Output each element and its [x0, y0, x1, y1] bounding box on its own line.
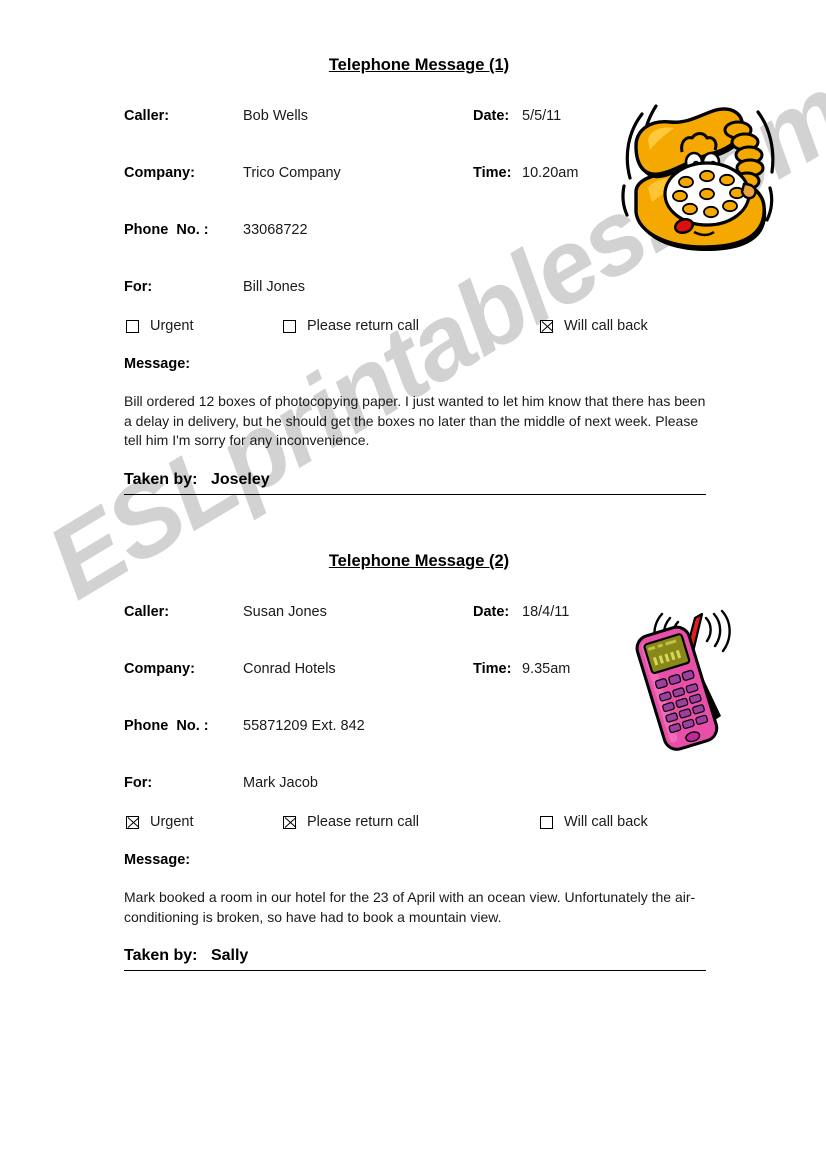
- taken-by-label: Taken by:: [124, 470, 198, 488]
- caller-label: Caller:: [124, 604, 170, 620]
- phone-number-value: 55871209 Ext. 842: [243, 718, 365, 734]
- caller-value: Bob Wells: [243, 108, 309, 124]
- checkbox-will-call-back-label: Will call back: [564, 318, 648, 334]
- checkbox-will-call-back-label: Will call back: [564, 814, 648, 830]
- for-value: Bill Jones: [243, 279, 306, 295]
- date-label: Date:: [473, 108, 510, 124]
- for-value: Mark Jacob: [243, 775, 318, 791]
- message-2-taken-by-row: Taken by: Sally: [124, 947, 706, 971]
- checkbox-will-call-back[interactable]: [540, 815, 553, 829]
- checkbox-urgent[interactable]: [126, 815, 139, 829]
- message-2-for-row: For: Mark Jacob: [124, 775, 706, 814]
- message-1-checkbox-row: Urgent Please return call Will call back: [124, 318, 706, 356]
- message-1-label: Message:: [124, 356, 191, 372]
- message-1-phone-row: Phone No. : 33068722: [124, 222, 706, 279]
- taken-by-label: Taken by:: [124, 947, 198, 964]
- message-1-caller-row: Caller: Bob Wells Date: 5/5/11: [124, 108, 706, 165]
- message-1-body: Bill ordered 12 boxes of photocopying pa…: [124, 393, 706, 448]
- phone-number-value: 33068722: [243, 222, 308, 238]
- phone-number-label: Phone No. :: [124, 718, 209, 734]
- for-label: For:: [124, 775, 153, 791]
- message-2-company-row: Company: Conrad Hotels Time: 9.35am: [124, 661, 706, 718]
- checkbox-please-return-call[interactable]: [283, 319, 296, 333]
- message-2-caller-row: Caller: Susan Jones Date: 18/4/11: [124, 604, 706, 661]
- worksheet-page: ESLprintables.com Telephone Message (1) …: [0, 0, 826, 1169]
- checkbox-item-please-return-call[interactable]: Please return call: [283, 814, 419, 830]
- message-1-taken-by-row: Taken by: Joseley: [124, 471, 706, 495]
- caller-value: Susan Jones: [243, 604, 327, 620]
- phone-number-label: Phone No. :: [124, 222, 209, 238]
- company-value: Trico Company: [243, 165, 341, 181]
- message-1-for-row: For: Bill Jones: [124, 279, 706, 318]
- checkbox-item-please-return-call[interactable]: Please return call: [283, 318, 419, 334]
- caller-label: Caller:: [124, 108, 170, 124]
- checkbox-item-will-call-back[interactable]: Will call back: [540, 814, 648, 830]
- time-value: 10.20am: [522, 165, 579, 181]
- taken-by-value: Sally: [210, 947, 249, 964]
- checkbox-please-return-call[interactable]: [283, 815, 296, 829]
- for-label: For:: [124, 279, 153, 295]
- message-2-phone-row: Phone No. : 55871209 Ext. 842: [124, 718, 706, 775]
- message-1-company-row: Company: Trico Company Time: 10.20am: [124, 165, 706, 222]
- checkbox-item-urgent[interactable]: Urgent: [126, 814, 194, 830]
- telephone-message-1: Telephone Message (1) Caller: Bob Wells …: [124, 56, 706, 495]
- checkbox-please-return-call-label: Please return call: [307, 814, 420, 830]
- time-value: 9.35am: [522, 661, 571, 677]
- message-2-title: Telephone Message (2): [328, 552, 510, 570]
- checkbox-urgent-label: Urgent: [150, 318, 194, 334]
- date-value: 5/5/11: [522, 108, 562, 124]
- checkbox-urgent[interactable]: [126, 319, 139, 333]
- checkbox-please-return-call-label: Please return call: [307, 318, 420, 334]
- date-label: Date:: [473, 604, 510, 620]
- time-label: Time:: [473, 165, 512, 181]
- checkbox-urgent-label: Urgent: [150, 814, 194, 830]
- checkbox-item-urgent[interactable]: Urgent: [126, 318, 194, 334]
- message-2-label: Message:: [124, 852, 191, 868]
- company-value: Conrad Hotels: [243, 661, 336, 677]
- company-label: Company:: [124, 661, 195, 677]
- date-value: 18/4/11: [522, 604, 570, 620]
- company-label: Company:: [124, 165, 195, 181]
- message-2-body: Mark booked a room in our hotel for the …: [124, 889, 696, 925]
- telephone-message-2: Telephone Message (2) Caller: Susan Jone…: [124, 552, 706, 971]
- taken-by-value: Joseley: [210, 470, 270, 488]
- message-2-checkbox-row: Urgent Please return call Will call back: [124, 814, 706, 852]
- time-label: Time:: [473, 661, 512, 677]
- checkbox-will-call-back[interactable]: [540, 319, 553, 333]
- checkbox-item-will-call-back[interactable]: Will call back: [540, 318, 648, 334]
- message-1-title: Telephone Message (1): [328, 56, 510, 74]
